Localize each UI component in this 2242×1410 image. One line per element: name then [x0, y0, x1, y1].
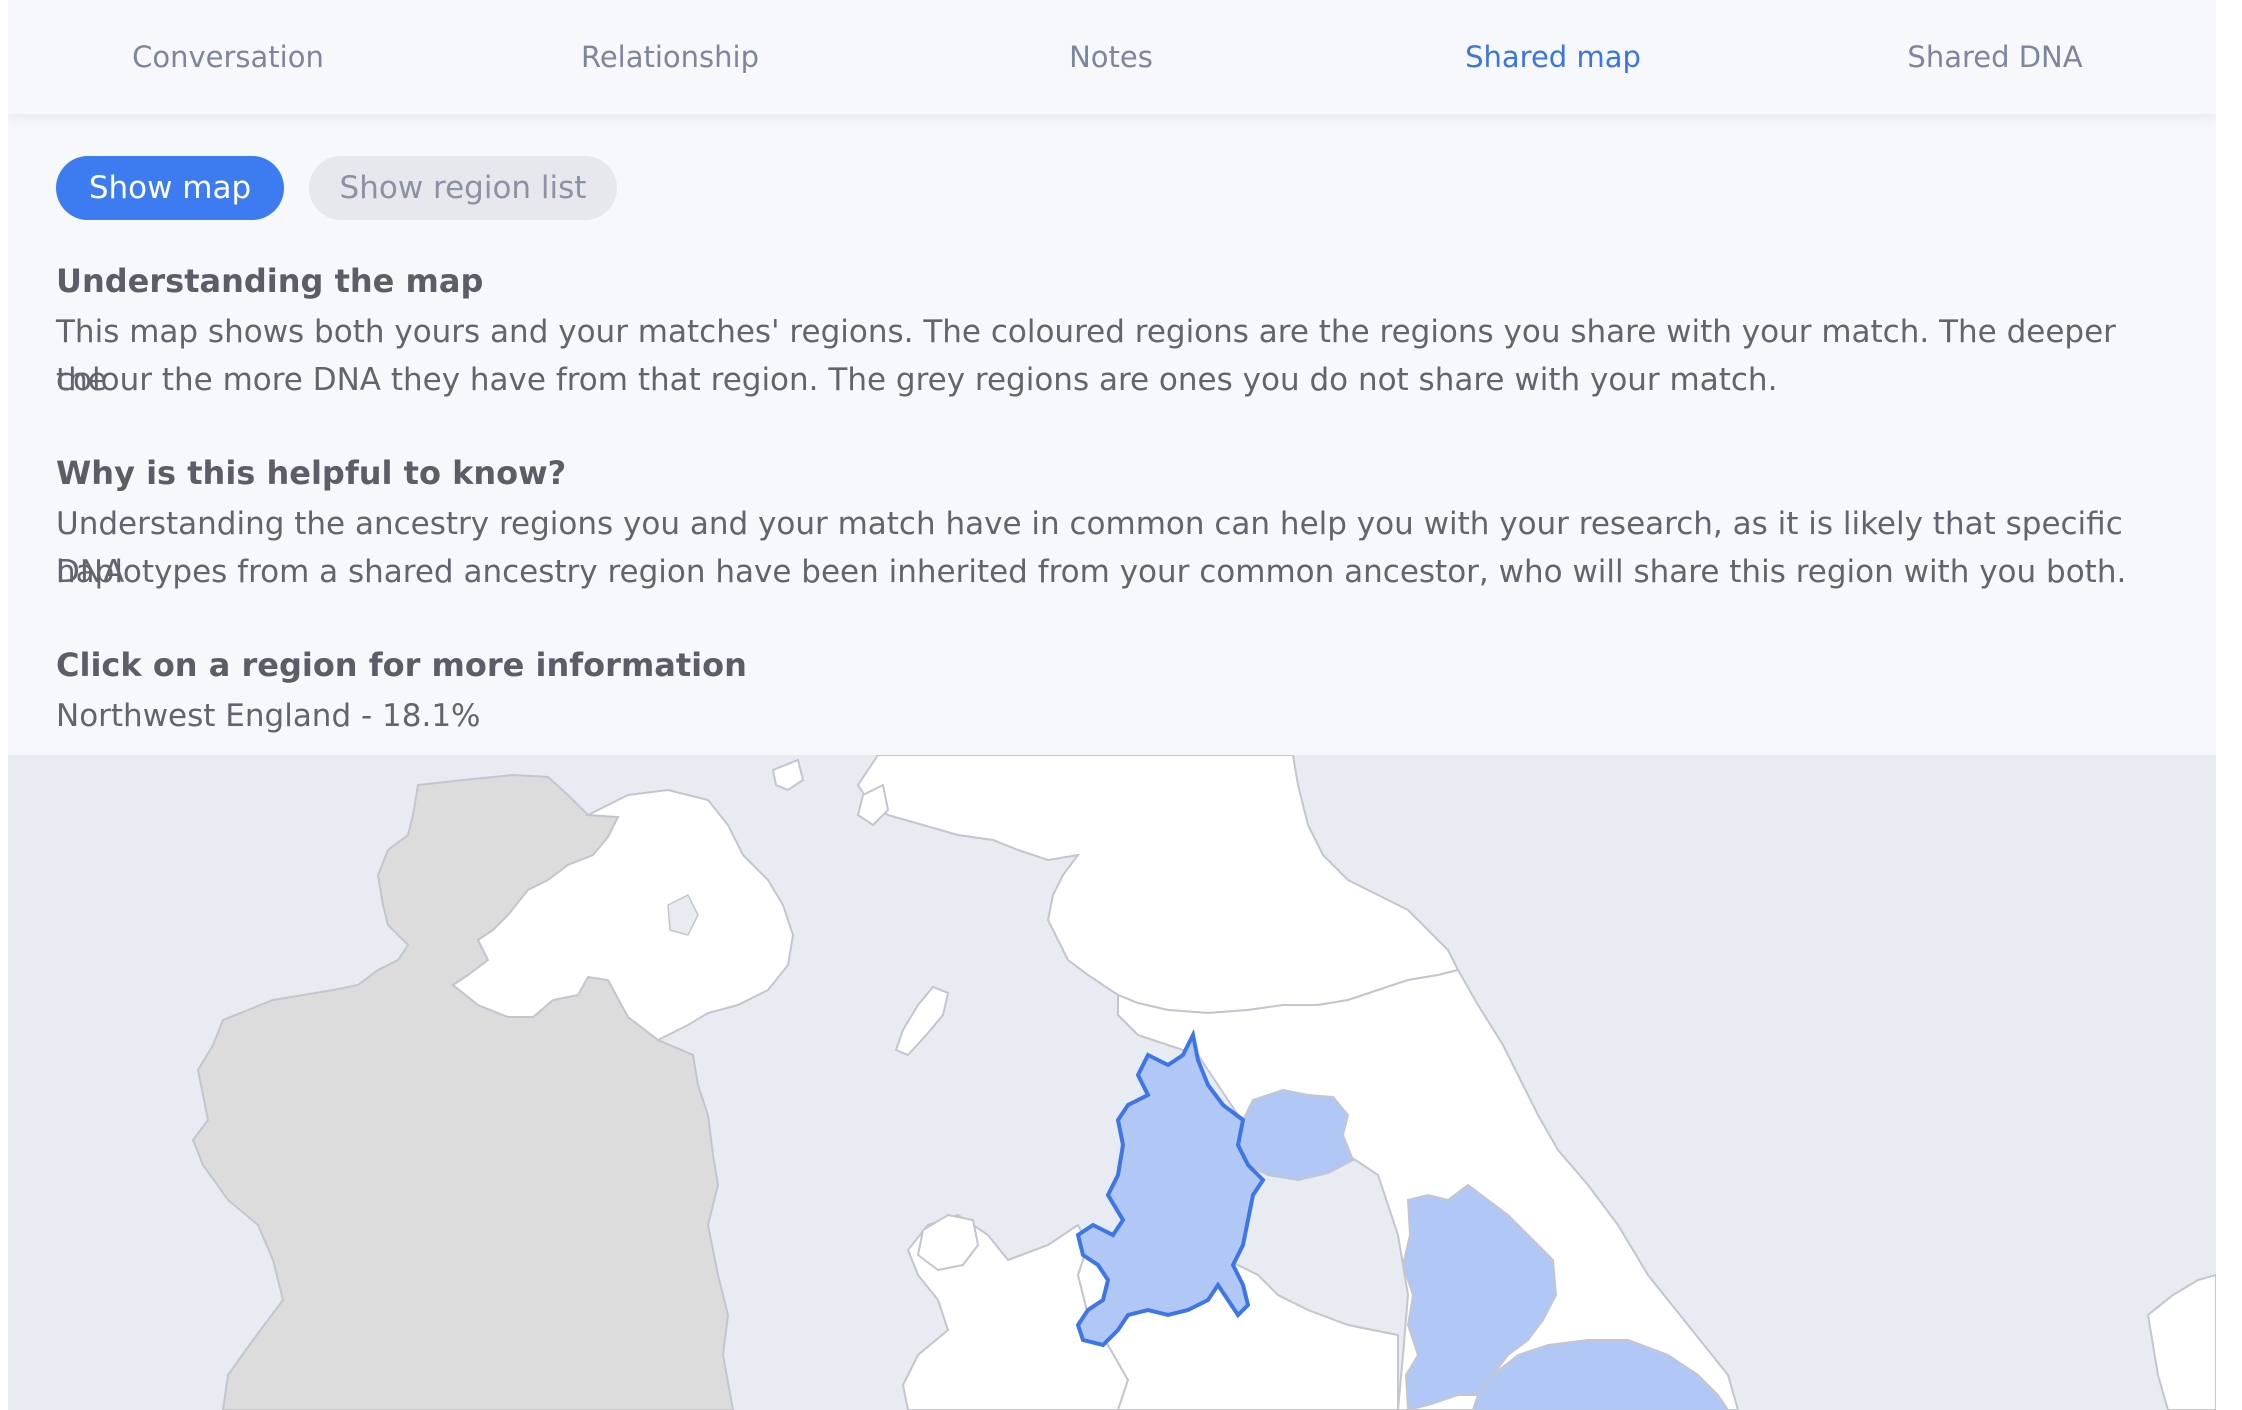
ancestry-map[interactable] — [8, 755, 2216, 1410]
understanding-heading: Understanding the map — [56, 262, 484, 300]
tab-bar: Conversation Relationship Notes Shared m… — [8, 0, 2216, 114]
island-shape — [771, 758, 805, 792]
show-map-button[interactable]: Show map — [56, 156, 284, 220]
tab-shared-map[interactable]: Shared map — [1403, 0, 1703, 114]
helpful-heading: Why is this helpful to know? — [56, 454, 567, 492]
selected-region-info: Northwest England - 18.1% — [56, 698, 481, 734]
click-region-heading: Click on a region for more information — [56, 646, 747, 684]
tab-notes[interactable]: Notes — [961, 0, 1261, 114]
tab-shared-dna[interactable]: Shared DNA — [1845, 0, 2145, 114]
show-region-list-button[interactable]: Show region list — [309, 156, 617, 220]
netherlands-region[interactable] — [2146, 1273, 2216, 1410]
tab-conversation[interactable]: Conversation — [78, 0, 378, 114]
map-canvas — [191, 755, 2216, 1410]
helpful-text-line-2: haplotypes from a shared ancestry region… — [56, 554, 2127, 590]
isle-of-man-region[interactable] — [894, 985, 950, 1057]
shared-map-panel: Conversation Relationship Notes Shared m… — [8, 0, 2216, 1410]
yorkshire-region[interactable] — [1236, 1088, 1355, 1182]
understanding-text-line-2: colour the more DNA they have from that … — [56, 362, 1778, 398]
scotland-region[interactable] — [856, 755, 1460, 1015]
tab-relationship[interactable]: Relationship — [520, 0, 820, 114]
